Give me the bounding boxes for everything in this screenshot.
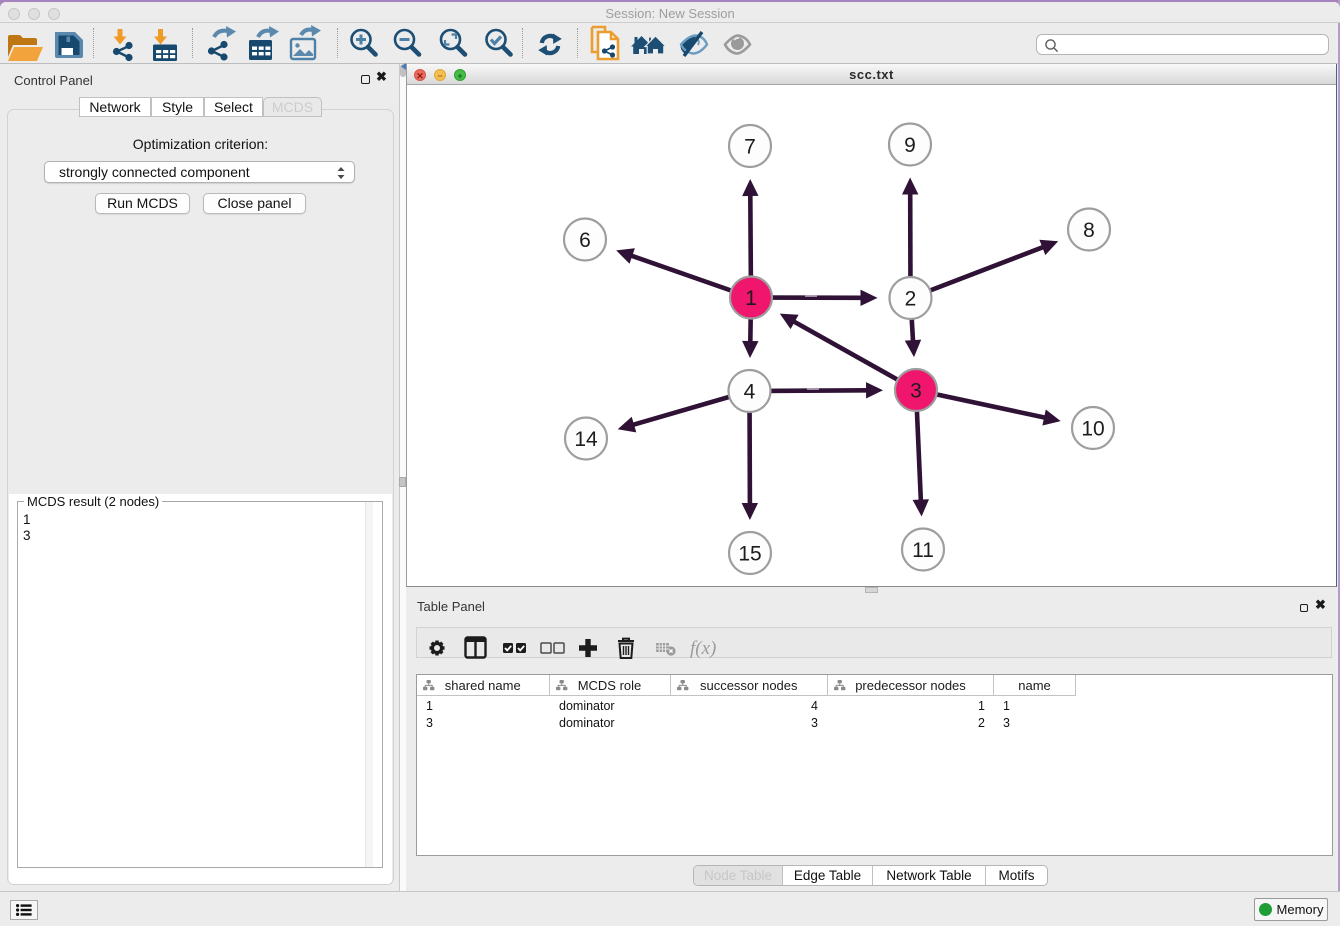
svg-text:10: 10 <box>1081 418 1104 441</box>
svg-text:2: 2 <box>905 288 917 311</box>
svg-text:3: 3 <box>910 380 922 403</box>
svg-text:9: 9 <box>904 134 916 157</box>
svg-text:6: 6 <box>579 229 591 252</box>
svg-text:f(x): f(x) <box>690 638 716 659</box>
svg-text:14: 14 <box>574 428 598 451</box>
svg-text:8: 8 <box>1083 219 1095 242</box>
svg-text:11: 11 <box>912 539 934 562</box>
svg-text:7: 7 <box>744 136 756 159</box>
svg-text:15: 15 <box>738 543 761 566</box>
svg-text:4: 4 <box>744 381 756 404</box>
svg-text:1: 1 <box>745 287 757 310</box>
